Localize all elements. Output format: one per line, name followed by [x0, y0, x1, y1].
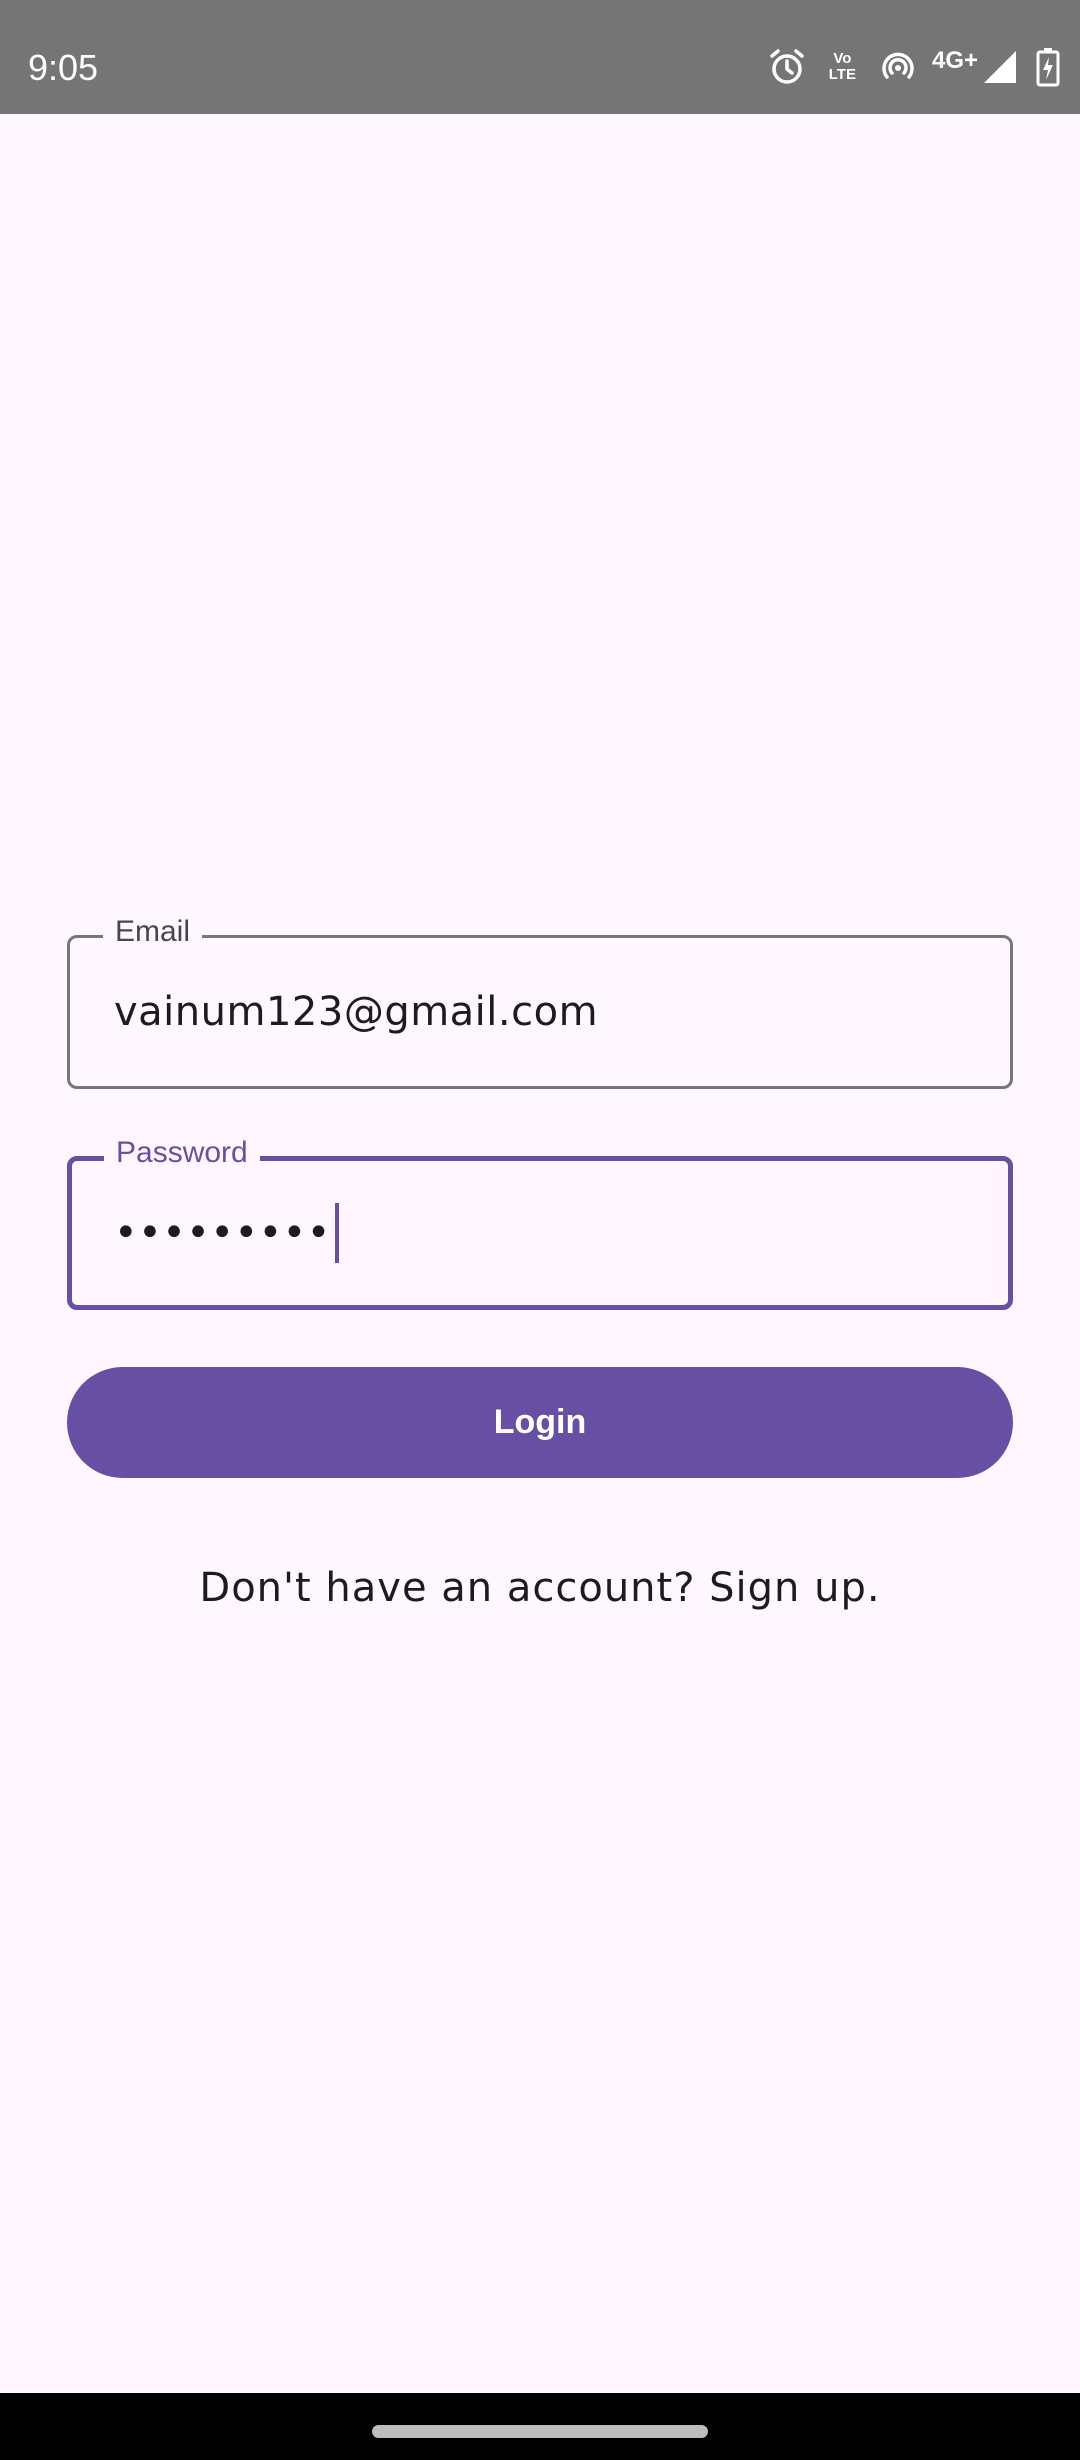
- battery-charging-icon: [1036, 47, 1060, 87]
- alarm-icon: [767, 47, 807, 87]
- navigation-bar: [0, 2393, 1080, 2460]
- login-screen: Email vainum123@gmail.com Password •••••…: [0, 114, 1080, 2393]
- login-button[interactable]: Login: [67, 1367, 1013, 1478]
- status-icons: Vo LTE 4G+: [745, 40, 1060, 94]
- password-masked-value: •••••••••: [114, 1210, 331, 1256]
- network-label: 4G+: [931, 47, 978, 74]
- email-label: Email: [103, 912, 203, 952]
- volte-bottom-label: LTE: [828, 66, 856, 83]
- status-time: 9:05: [28, 47, 99, 88]
- status-bar: 9:05 Vo LTE 4G+: [0, 0, 1080, 114]
- volte-top-label: Vo: [833, 50, 852, 67]
- password-label: Password: [104, 1133, 260, 1173]
- hotspot-icon: [878, 47, 918, 87]
- 4g-plus-icon: 4G+: [932, 47, 978, 75]
- signup-link[interactable]: Don't have an account? Sign up.: [0, 1558, 1080, 1618]
- password-field[interactable]: Password •••••••••: [67, 1133, 1013, 1310]
- password-input[interactable]: •••••••••: [114, 1203, 339, 1263]
- email-input[interactable]: vainum123@gmail.com: [114, 982, 598, 1042]
- volte-icon: Vo LTE: [829, 51, 856, 83]
- signal-icon: [982, 49, 1018, 85]
- home-gesture-handle[interactable]: [372, 2425, 708, 2438]
- text-cursor: [334, 1203, 339, 1263]
- email-field[interactable]: Email vainum123@gmail.com: [67, 912, 1013, 1089]
